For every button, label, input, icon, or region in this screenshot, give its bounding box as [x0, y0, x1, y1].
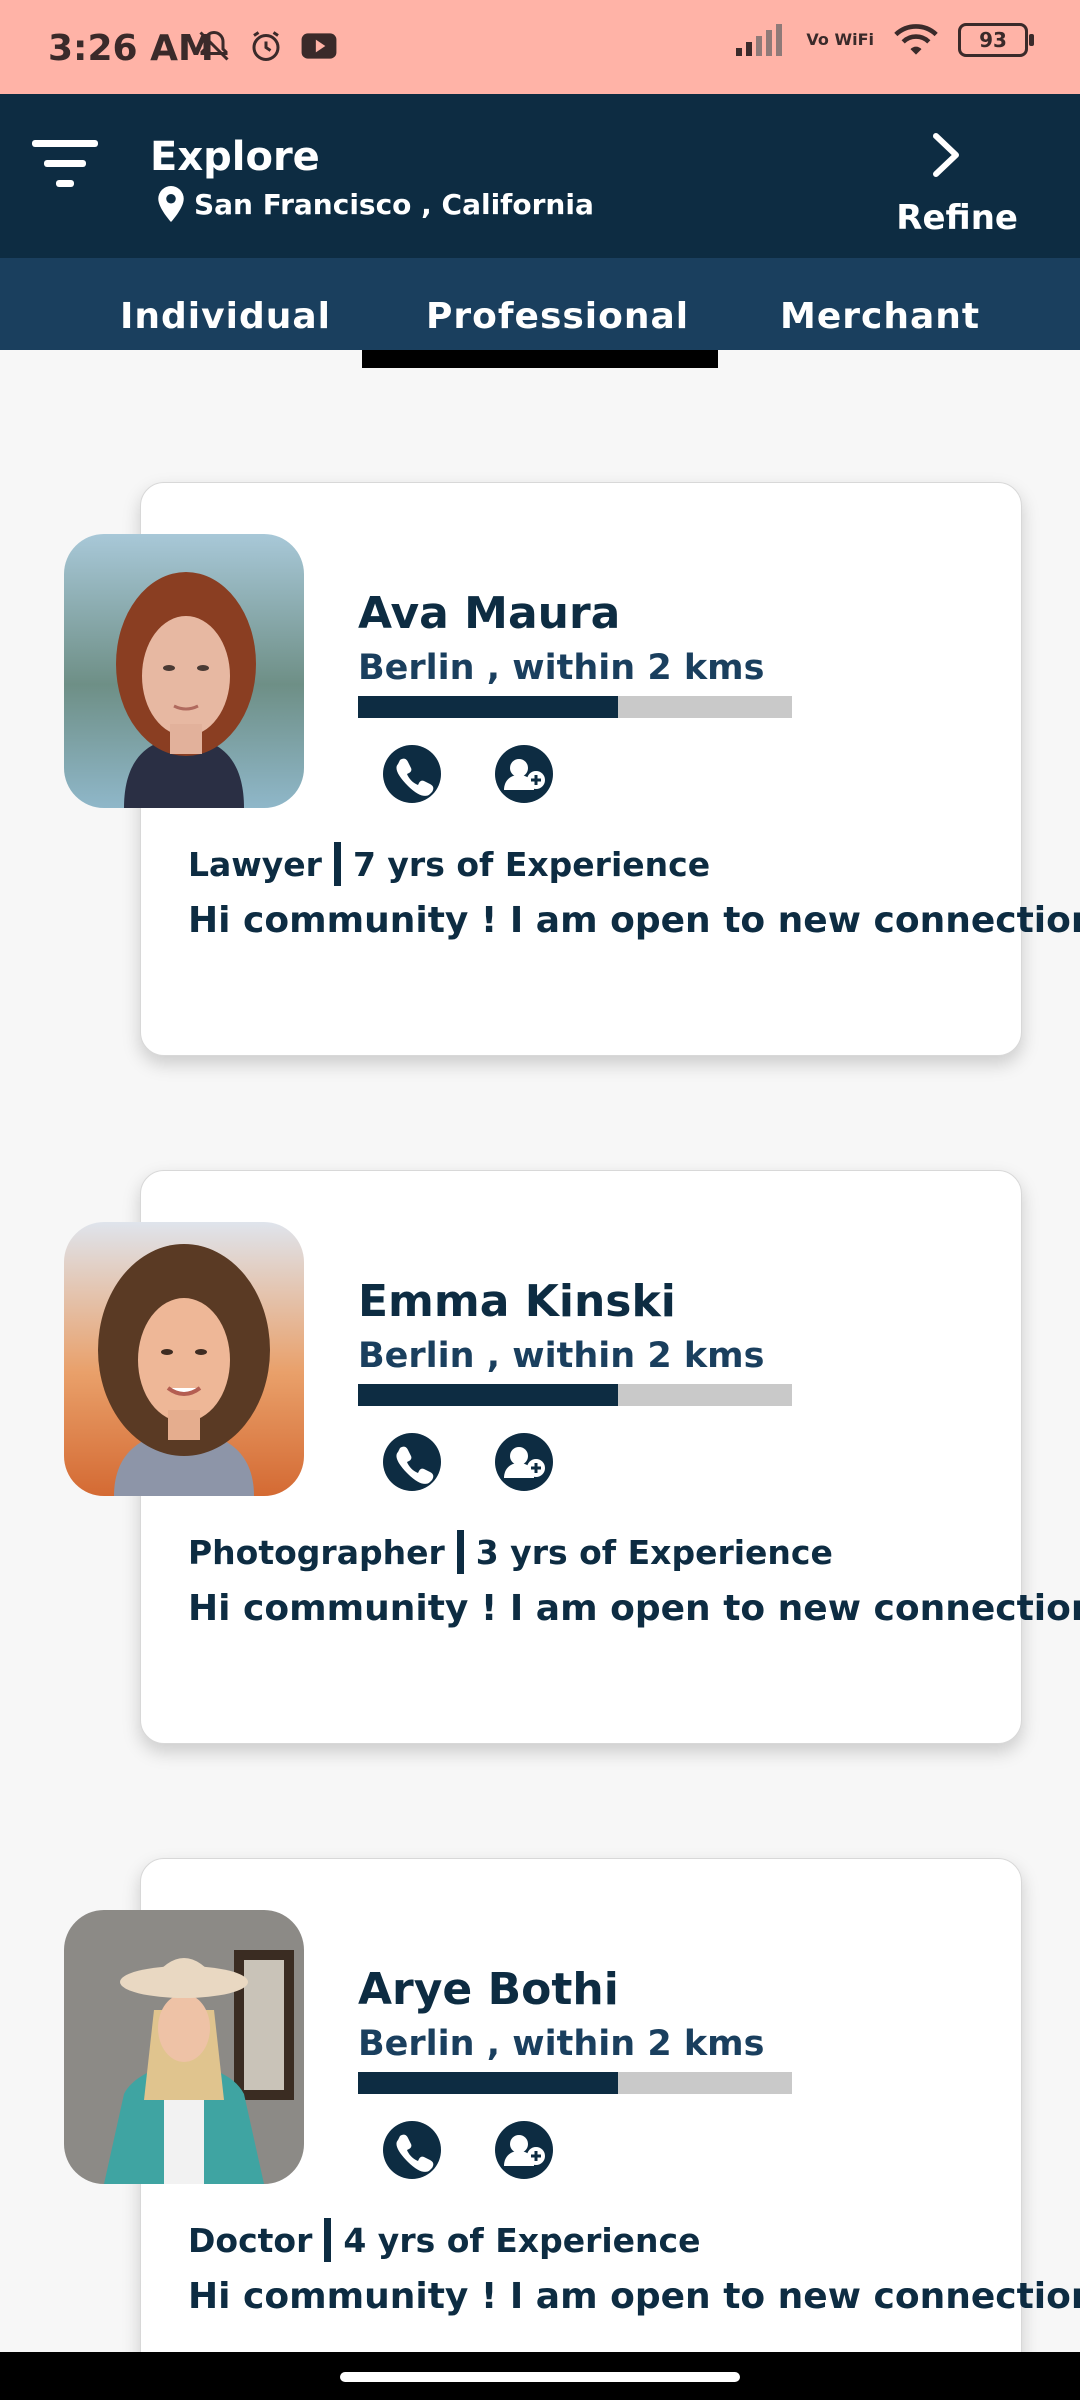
phone-icon[interactable]	[382, 744, 442, 804]
tab-individual[interactable]: Individual	[120, 296, 331, 337]
divider	[333, 842, 341, 886]
add-user-icon[interactable]	[494, 2120, 554, 2180]
proximity-bar	[358, 1384, 792, 1406]
status-time: 3:26 AM	[48, 28, 214, 69]
proximity-bar	[358, 696, 792, 718]
profession-line: Photographer 3 yrs of Experience	[188, 1530, 833, 1574]
profile-distance: Berlin , within 2 kms	[358, 648, 765, 688]
alarm-icon	[252, 31, 280, 61]
battery-icon: 93	[958, 23, 1034, 57]
location-label: San Francisco , California	[194, 187, 594, 221]
experience: 3 yrs of Experience	[475, 1532, 833, 1572]
profile-bio: Hi community ! I am open to new connecti…	[188, 900, 1080, 941]
profile-distance: Berlin , within 2 kms	[358, 1336, 765, 1376]
vowifi-label: Vo WiFi	[806, 30, 874, 49]
page-title: Explore	[150, 134, 320, 180]
proximity-fill	[358, 2072, 619, 2094]
chevron-right-icon[interactable]	[930, 132, 962, 178]
profile-distance: Berlin , within 2 kms	[358, 2024, 765, 2064]
add-user-icon[interactable]	[494, 1432, 554, 1492]
avatar	[64, 1222, 304, 1496]
add-user-icon[interactable]	[494, 744, 554, 804]
muted-bell-icon	[199, 30, 229, 61]
phone-icon[interactable]	[382, 2120, 442, 2180]
active-tab-indicator	[362, 350, 718, 368]
avatar	[64, 534, 304, 808]
profile-bio: Hi community ! I am open to new connecti…	[188, 1588, 1080, 1629]
location[interactable]: San Francisco , California	[158, 186, 594, 222]
profile-name: Ava Maura	[358, 588, 621, 639]
divider	[324, 2218, 332, 2262]
proximity-bar	[358, 2072, 792, 2094]
divider	[456, 1530, 464, 1574]
battery-level: 93	[979, 28, 1007, 52]
navigation-bar	[0, 2352, 1080, 2400]
youtube-icon	[301, 33, 337, 59]
tab-bar: Individual Professional Merchant	[0, 258, 1080, 350]
home-handle[interactable]	[340, 2372, 740, 2382]
avatar	[64, 1910, 304, 2184]
profession: Photographer	[188, 1532, 445, 1572]
refine-button[interactable]: Refine	[896, 198, 1018, 238]
signal-icon	[736, 24, 783, 56]
profession: Doctor	[188, 2220, 313, 2260]
proximity-fill	[358, 1384, 619, 1406]
profession-line: Lawyer 7 yrs of Experience	[188, 842, 710, 886]
profession-line: Doctor 4 yrs of Experience	[188, 2218, 700, 2262]
profile-bio: Hi community ! I am open to new connecti…	[188, 2276, 1080, 2317]
phone-icon[interactable]	[382, 1432, 442, 1492]
app-header: Explore San Francisco , California Refin…	[0, 94, 1080, 258]
profile-name: Arye Bothi	[358, 1964, 619, 2015]
wifi-icon	[894, 24, 938, 55]
proximity-fill	[358, 696, 619, 718]
profession: Lawyer	[188, 844, 322, 884]
tab-professional[interactable]: Professional	[426, 296, 689, 337]
location-pin-icon	[158, 186, 184, 222]
status-bar: 3:26 AM Vo WiFi 93	[0, 0, 1080, 94]
experience: 4 yrs of Experience	[343, 2220, 701, 2260]
menu-icon[interactable]	[32, 140, 98, 190]
status-notification-icons	[196, 28, 338, 64]
profile-name: Emma Kinski	[358, 1276, 676, 1327]
tab-merchant[interactable]: Merchant	[780, 296, 980, 337]
experience: 7 yrs of Experience	[352, 844, 711, 884]
status-system-icons: Vo WiFi 93	[734, 22, 1034, 58]
